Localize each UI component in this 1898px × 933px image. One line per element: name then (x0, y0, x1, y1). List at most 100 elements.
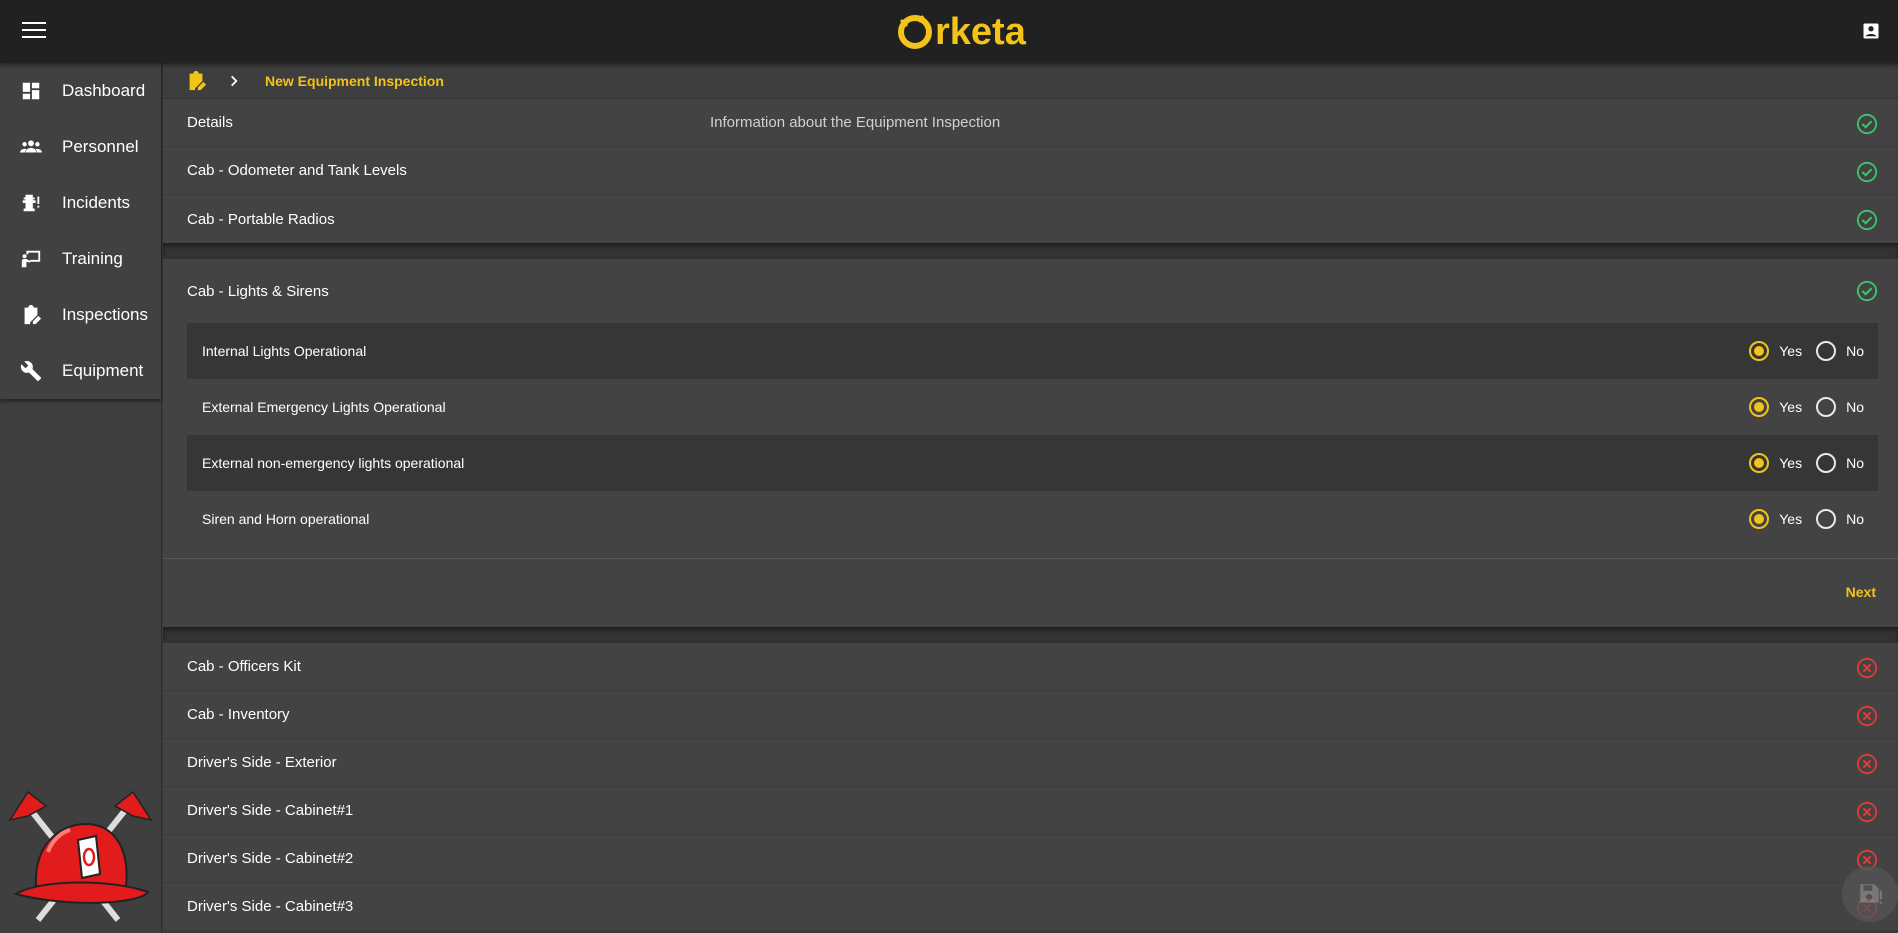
radio-selected-icon[interactable] (1749, 453, 1770, 473)
section-description: Information about the Equipment Inspecti… (710, 114, 1001, 131)
check-circle-icon (1856, 113, 1878, 135)
radio-label: Yes (1779, 343, 1803, 359)
section-title: Cab - Inventory (187, 706, 290, 723)
radio-label: No (1846, 343, 1864, 359)
firefighter-helmet-logo (8, 790, 153, 922)
section-header[interactable]: Cab - Lights & Sirens (163, 259, 1898, 323)
radio-selected-icon[interactable] (1749, 509, 1770, 529)
breadcrumb-current: New Equipment Inspection (265, 72, 444, 89)
section-row[interactable]: Cab - Inventory (163, 691, 1898, 739)
sections-completed: Details Information about the Equipment … (163, 99, 1898, 243)
section-title: Cab - Officers Kit (187, 658, 301, 675)
question-label: Siren and Horn operational (202, 511, 370, 527)
sidebar-item-inspections[interactable]: Inspections (0, 287, 161, 343)
section-title: Details (187, 114, 233, 131)
radio-label: No (1846, 511, 1864, 527)
sidebar-item-label: Training (62, 249, 123, 268)
section-row[interactable]: Driver's Side - Cabinet#3 (163, 883, 1898, 931)
section-title: Driver's Side - Cabinet#3 (187, 898, 354, 915)
radio-label: Yes (1779, 399, 1803, 415)
radio-no[interactable]: No (1816, 453, 1864, 473)
sidebar-item-training[interactable]: Training (0, 231, 161, 287)
yes-no-group: Yes No (1735, 323, 1864, 379)
radio-yes[interactable]: Yes (1749, 509, 1802, 529)
radio-yes[interactable]: Yes (1749, 453, 1802, 473)
radio-no[interactable]: No (1816, 341, 1864, 361)
clipboard-edit-icon[interactable] (185, 70, 207, 92)
sidebar-item-label: Incidents (62, 193, 131, 212)
section-title: Cab - Odometer and Tank Levels (187, 162, 407, 179)
save-alert-icon (1860, 884, 1882, 904)
yes-no-group: Yes No (1735, 491, 1864, 547)
radio-label: Yes (1779, 511, 1803, 527)
radio-selected-icon[interactable] (1749, 397, 1770, 417)
question-row: External non-emergency lights operationa… (187, 435, 1878, 491)
sidebar: Dashboard Personnel Incidents Training I… (0, 63, 162, 933)
sidebar-item-label: Dashboard (62, 81, 146, 100)
radio-label: No (1846, 399, 1864, 415)
yes-no-group: Yes No (1735, 379, 1864, 435)
sidebar-item-label: Equipment (62, 361, 144, 380)
section-row[interactable]: Driver's Side - Cabinet#2 (163, 835, 1898, 883)
sidebar-nav: Dashboard Personnel Incidents Training I… (0, 63, 161, 399)
radio-unselected-icon[interactable] (1816, 397, 1837, 417)
presenter-icon (0, 248, 62, 270)
section-row[interactable]: Driver's Side - Cabinet#1 (163, 787, 1898, 835)
account-box-icon[interactable] (1862, 22, 1880, 40)
radio-unselected-icon[interactable] (1816, 509, 1837, 529)
dashboard-icon (0, 80, 62, 102)
section-row[interactable]: Cab - Officers Kit (163, 643, 1898, 691)
save-fab-button[interactable] (1842, 866, 1898, 922)
question-label: Internal Lights Operational (202, 343, 367, 359)
sidebar-item-dashboard[interactable]: Dashboard (0, 63, 161, 119)
menu-icon[interactable] (22, 22, 46, 40)
radio-selected-icon[interactable] (1749, 341, 1770, 361)
check-circle-icon (1856, 209, 1878, 231)
section-title: Cab - Lights & Sirens (187, 282, 329, 300)
error-circle-icon (1856, 705, 1878, 727)
sidebar-item-equipment[interactable]: Equipment (0, 343, 161, 399)
section-title: Driver's Side - Cabinet#1 (187, 802, 354, 819)
yes-no-group: Yes No (1735, 435, 1864, 491)
radio-yes[interactable]: Yes (1749, 341, 1802, 361)
chevron-right-icon (231, 75, 238, 86)
radio-no[interactable]: No (1816, 397, 1864, 417)
section-gap (163, 627, 1898, 643)
question-list: Internal Lights Operational Yes No Exter… (187, 323, 1878, 547)
error-circle-icon (1856, 753, 1878, 775)
error-circle-icon (1856, 801, 1878, 823)
section-expanded: Cab - Lights & Sirens Internal Lights Op… (163, 259, 1898, 627)
section-actions: Next (163, 559, 1898, 627)
section-row[interactable]: Cab - Portable Radios (163, 195, 1898, 243)
sidebar-item-label: Inspections (62, 305, 148, 324)
question-row: Siren and Horn operational Yes No (187, 491, 1878, 547)
section-row[interactable]: Driver's Side - Exterior (163, 739, 1898, 787)
check-circle-icon (1856, 161, 1878, 183)
check-circle-icon (1856, 280, 1878, 302)
fire-hydrant-icon (0, 192, 62, 214)
error-circle-icon (1856, 657, 1878, 679)
radio-label: No (1846, 455, 1864, 471)
breadcrumb: New Equipment Inspection (163, 63, 1898, 99)
section-gap (163, 243, 1898, 259)
radio-no[interactable]: No (1816, 509, 1864, 529)
section-row[interactable]: Cab - Odometer and Tank Levels (163, 147, 1898, 195)
section-row[interactable]: Details Information about the Equipment … (163, 99, 1898, 147)
main-content: New Equipment Inspection Details Informa… (163, 63, 1898, 933)
top-app-bar: rketa (0, 0, 1898, 63)
wrench-icon (0, 360, 62, 382)
radio-unselected-icon[interactable] (1816, 341, 1837, 361)
sidebar-item-personnel[interactable]: Personnel (0, 119, 161, 175)
radio-yes[interactable]: Yes (1749, 397, 1802, 417)
sidebar-item-incidents[interactable]: Incidents (0, 175, 161, 231)
app-name: rketa (935, 10, 1026, 53)
app-logo: rketa (895, 10, 1026, 54)
sections-pending: Cab - Officers Kit Cab - Inventory Drive… (163, 643, 1898, 931)
next-button[interactable]: Next (1846, 584, 1876, 600)
question-label: External non-emergency lights operationa… (202, 455, 465, 471)
section-title: Driver's Side - Cabinet#2 (187, 850, 354, 867)
section-title: Cab - Portable Radios (187, 210, 335, 228)
sidebar-item-label: Personnel (62, 137, 139, 156)
question-label: External Emergency Lights Operational (202, 399, 446, 415)
radio-unselected-icon[interactable] (1816, 453, 1837, 473)
